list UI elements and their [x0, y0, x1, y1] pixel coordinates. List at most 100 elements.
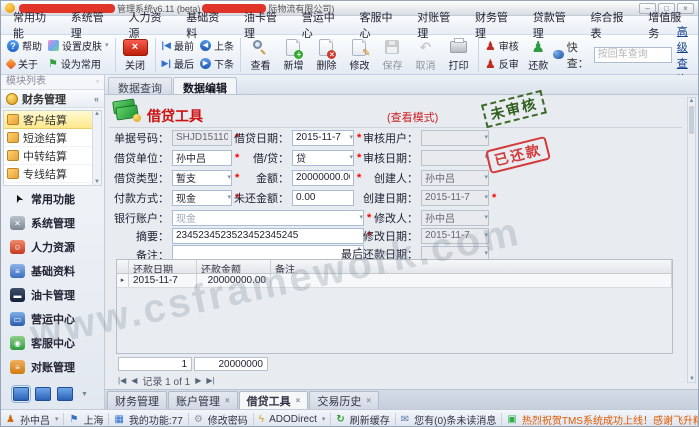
doc-tab-loan-tool[interactable]: 借贷工具× [239, 391, 309, 409]
last-record-button[interactable]: ▶|最后 [159, 56, 197, 71]
chevron-down-icon[interactable]: ▾ [322, 415, 326, 423]
toolbar: ?帮助 关于 设置皮肤▾ ⚑设为常用 × 关闭 |◀最前 ▶|最后 ◀上条 ▶下… [1, 35, 698, 75]
quick-search-label: 快查： [567, 39, 589, 71]
sidebar-item-hr[interactable]: ☺人力资源 [1, 235, 104, 259]
close-icon[interactable]: × [366, 396, 371, 405]
sidebar-item-shorthaul-settle[interactable]: 短途结算 [4, 129, 101, 147]
save-button: 保存 [376, 38, 409, 72]
field-unpaid-amount: 未还金额： [233, 189, 354, 206]
doc-tab-account[interactable]: 账户管理× [168, 391, 238, 409]
audit-seal-icon: ♟ [485, 39, 496, 53]
close-tab-button[interactable]: × 关闭 [119, 38, 152, 72]
modifier-select[interactable] [421, 210, 489, 226]
status-unread-messages[interactable]: 您有(0)条未读消息 [414, 412, 496, 427]
field-modify-date: 修改日期： ▾ [341, 227, 489, 244]
pager-last-icon[interactable]: ▶| [206, 376, 214, 385]
column-repay-date[interactable]: 还款日期 [129, 260, 197, 273]
module-shortcut-icon[interactable] [13, 387, 29, 401]
sidebar-group-finance[interactable]: 财务管理 « [1, 90, 104, 108]
field-label: 付款方式： [113, 190, 169, 206]
docno-input[interactable] [172, 130, 232, 146]
status-user[interactable]: 孙中吕 [20, 412, 50, 427]
delete-button[interactable]: × 删除 [310, 38, 343, 72]
tab-data-edit[interactable]: 数据编辑 [173, 77, 237, 94]
favorite-button[interactable]: ⚑设为常用 [45, 56, 112, 71]
toolbar-separator [240, 38, 241, 72]
next-record-button[interactable]: ▶下条 [197, 56, 237, 71]
audit-user-select[interactable] [421, 130, 489, 146]
printer-icon [450, 41, 467, 53]
pin-icon[interactable]: ▫ [96, 75, 99, 89]
quick-search-input[interactable] [594, 47, 672, 63]
field-label: 借贷单位： [113, 150, 169, 166]
module-shortcut-icon[interactable] [57, 387, 73, 401]
sidebar-item-customer-settle[interactable]: 客户结算 [4, 111, 101, 129]
pager-first-icon[interactable]: |◀ [118, 376, 126, 385]
bank-account-select[interactable] [172, 210, 364, 226]
status-city[interactable]: 上海 [83, 412, 103, 427]
add-button[interactable]: + 新增 [277, 38, 310, 72]
loan-unit-input[interactable] [172, 150, 232, 166]
settle-icon [7, 150, 19, 161]
scroll-up-icon[interactable]: ▲ [689, 98, 695, 104]
create-date-picker[interactable] [421, 190, 489, 206]
view-button[interactable]: 查看 [244, 38, 277, 72]
sidebar-scrollbar[interactable]: ▲ ▼ [92, 111, 101, 185]
sidebar-item-common[interactable]: ➤常用功能 [1, 187, 104, 211]
close-icon[interactable]: × [296, 396, 301, 405]
sidebar-item-system[interactable]: ✕系统管理 [1, 211, 104, 235]
field-creator: 创建人： ▾ [341, 169, 489, 186]
loan-type-select[interactable] [172, 170, 232, 186]
scrollbar-thumb[interactable] [689, 106, 694, 134]
pay-method-select[interactable] [172, 190, 232, 206]
edit-doc-icon: ✎ [352, 39, 366, 56]
skin-button[interactable]: 设置皮肤▾ [45, 38, 112, 53]
sidebar-item-service[interactable]: ◉客服中心 [1, 331, 104, 355]
doc-tab-history[interactable]: 交易历史× [309, 391, 379, 409]
sidebar-item-basedata[interactable]: ≡基础资料 [1, 259, 104, 283]
sidebar-item-operation[interactable]: ▭营运中心 [1, 307, 104, 331]
sidebar-item-transfer-settle[interactable]: 中转结算 [4, 147, 101, 165]
scroll-down-icon[interactable]: ▼ [689, 376, 695, 382]
status-refresh-cache[interactable]: 刷新缓存 [350, 412, 390, 427]
about-button[interactable]: 关于 [4, 56, 45, 71]
tab-data-query[interactable]: 数据查询 [108, 77, 172, 94]
sidebar-nav: ➤常用功能 ✕系统管理 ☺人力资源 ≡基础资料 ▬油卡管理 ▭营运中心 ◉客服中… [1, 187, 104, 379]
column-repay-amount[interactable]: 还款金额 [197, 260, 271, 273]
status-ado-direct[interactable]: ADODirect [269, 414, 317, 425]
status-my-functions[interactable]: 我的功能:77 [129, 412, 183, 427]
print-button[interactable]: 打印 [442, 38, 475, 72]
vertical-scrollbar[interactable]: ▲ ▼ [687, 97, 696, 383]
column-remark[interactable]: 备注 [271, 260, 672, 273]
collapse-icon[interactable]: « [94, 94, 99, 104]
summary-input[interactable] [172, 228, 364, 244]
scroll-up-icon[interactable]: ▲ [94, 111, 100, 117]
first-record-button[interactable]: |◀最前 [159, 38, 197, 53]
table-row[interactable]: ▸ 2015-11-7 20000000.00 [117, 274, 672, 288]
ledger-icon: ≡ [10, 360, 25, 374]
pager-next-icon[interactable]: ▶ [195, 376, 201, 385]
creator-select[interactable] [421, 170, 489, 186]
scroll-down-icon[interactable]: ▼ [94, 179, 100, 185]
status-separator [395, 413, 396, 425]
module-shortcut-icon[interactable] [35, 387, 51, 401]
sidebar-item-line-settle[interactable]: 专线结算 [4, 165, 101, 183]
help-button[interactable]: ?帮助 [4, 38, 45, 53]
audit-button[interactable]: ♟审核 [482, 38, 522, 53]
modify-date-picker[interactable] [421, 228, 489, 244]
unaudit-button[interactable]: ♟反审 [482, 56, 522, 71]
status-change-password[interactable]: 修改密码 [208, 412, 248, 427]
prev-record-button[interactable]: ◀上条 [197, 38, 237, 53]
overflow-icon[interactable]: ▼ [81, 391, 88, 398]
sidebar-item-fuelcard[interactable]: ▬油卡管理 [1, 283, 104, 307]
toolbar-separator [155, 38, 156, 72]
edit-button[interactable]: ✎ 修改 [343, 38, 376, 72]
chevron-down-icon[interactable]: ▾ [55, 415, 59, 423]
repay-button[interactable]: ♟ 还款 [522, 38, 555, 72]
doc-tab-finance[interactable]: 财务管理 [107, 391, 167, 409]
close-icon[interactable]: × [225, 396, 230, 405]
field-loan-type: 借贷类型： ▾ * [113, 169, 239, 186]
sidebar-item-reconcile[interactable]: ≡对账管理 [1, 355, 104, 379]
audit-date-picker[interactable] [421, 150, 489, 166]
pager-prev-icon[interactable]: ◀ [131, 376, 137, 385]
